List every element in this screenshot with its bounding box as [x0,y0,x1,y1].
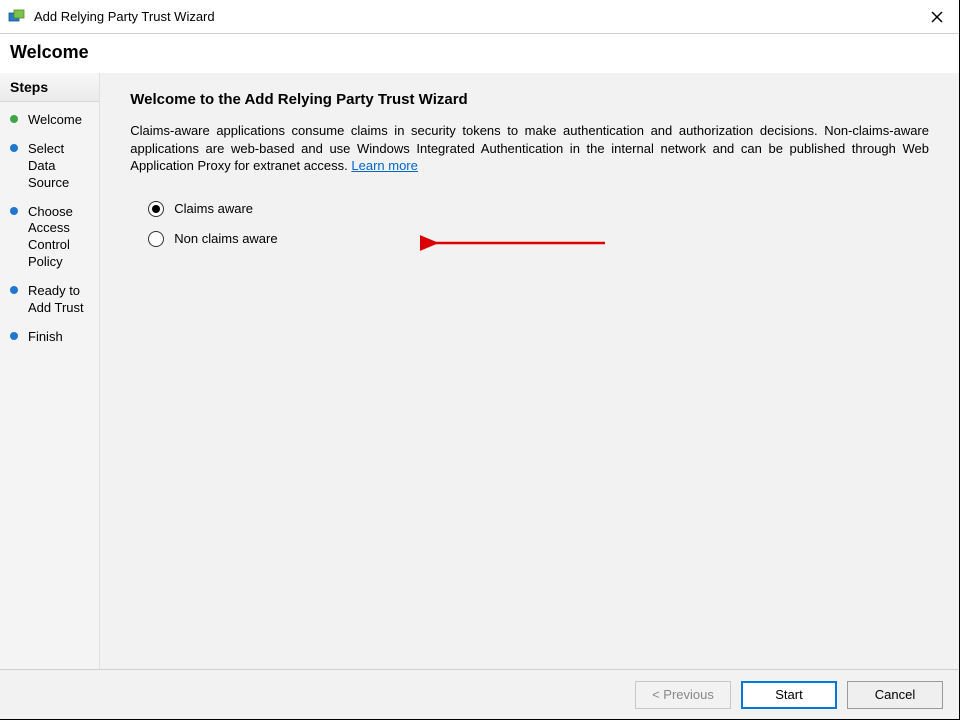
steps-list: Welcome Select Data Source Choose Access… [0,102,99,356]
wizard-footer: < Previous Start Cancel [0,669,959,719]
close-icon [931,11,943,23]
main-panel: Welcome to the Add Relying Party Trust W… [100,73,959,669]
step-finish[interactable]: Finish [0,323,99,352]
description-text: Claims-aware applications consume claims… [130,123,929,173]
radio-claims-aware[interactable]: Claims aware [148,201,929,217]
step-select-data-source[interactable]: Select Data Source [0,135,99,198]
step-choose-access-control-policy[interactable]: Choose Access Control Policy [0,198,99,278]
cancel-button[interactable]: Cancel [847,681,943,709]
app-type-radio-group: Claims aware Non claims aware [148,201,929,261]
step-label: Select Data Source [28,141,69,190]
radio-non-claims-aware[interactable]: Non claims aware [148,231,929,247]
step-label: Welcome [28,112,82,127]
step-label: Finish [28,329,63,344]
main-title: Welcome to the Add Relying Party Trust W… [130,91,929,108]
steps-header: Steps [0,73,99,102]
step-ready-to-add-trust[interactable]: Ready to Add Trust [0,277,99,323]
radio-label: Claims aware [174,201,253,216]
window-title: Add Relying Party Trust Wizard [34,9,215,24]
main-description: Claims-aware applications consume claims… [130,122,929,175]
learn-more-link[interactable]: Learn more [351,158,417,173]
step-bullet-icon [10,115,18,123]
step-label: Choose Access Control Policy [28,204,73,270]
radio-label: Non claims aware [174,231,277,246]
step-bullet-icon [10,207,18,215]
page-heading: Welcome [0,34,959,73]
wizard-window: Add Relying Party Trust Wizard Welcome S… [0,0,960,720]
close-button[interactable] [915,0,959,34]
radio-icon [148,201,164,217]
step-bullet-icon [10,332,18,340]
app-icon [8,8,26,26]
step-bullet-icon [10,286,18,294]
radio-icon [148,231,164,247]
content-area: Steps Welcome Select Data Source Choose … [0,73,959,669]
previous-button: < Previous [635,681,731,709]
steps-sidebar: Steps Welcome Select Data Source Choose … [0,73,100,669]
start-button[interactable]: Start [741,681,837,709]
step-welcome[interactable]: Welcome [0,106,99,135]
titlebar: Add Relying Party Trust Wizard [0,0,959,34]
step-label: Ready to Add Trust [28,283,84,315]
step-bullet-icon [10,144,18,152]
